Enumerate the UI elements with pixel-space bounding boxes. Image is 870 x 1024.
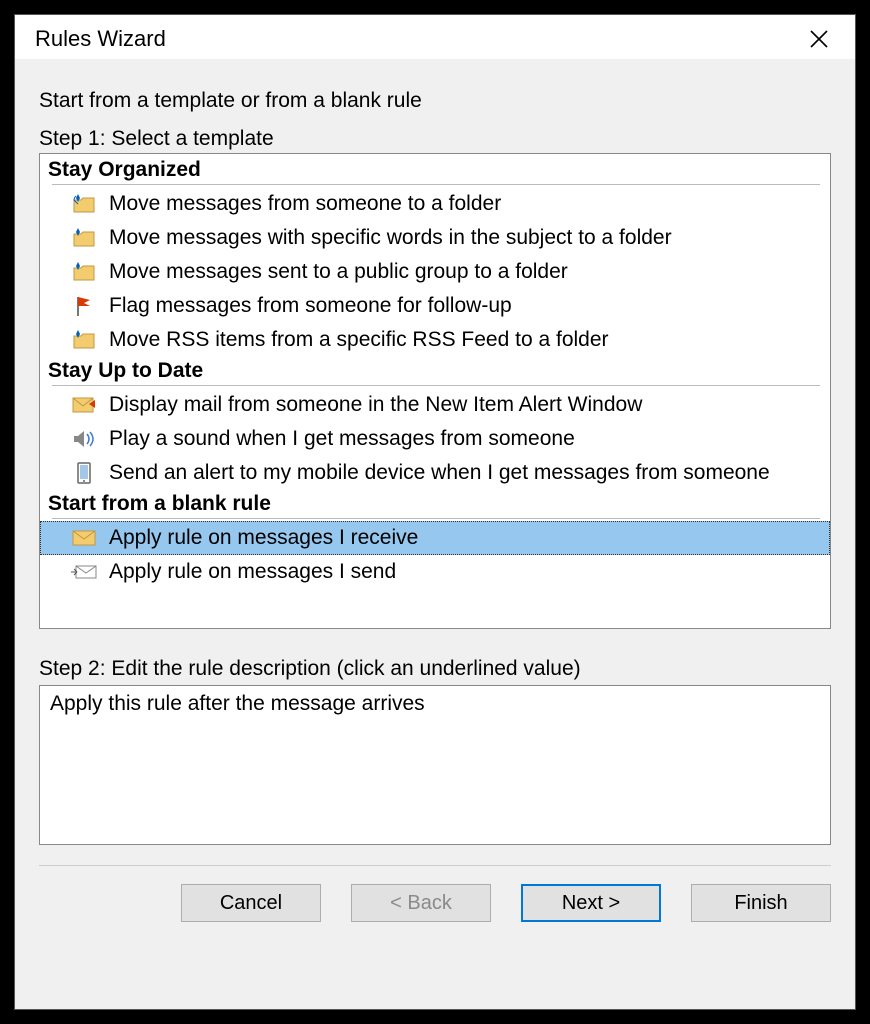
divider [52,518,820,519]
template-mobile-alert[interactable]: Send an alert to my mobile device when I… [40,456,830,490]
folder-move-icon [71,226,97,250]
template-label: Send an alert to my mobile device when I… [109,458,770,488]
folder-move-icon [71,192,97,216]
next-button[interactable]: Next > [521,884,661,922]
divider [52,184,820,185]
section-title-stay-organized: Stay Organized [40,156,830,182]
template-label: Display mail from someone in the New Ite… [109,390,642,420]
template-move-public-group[interactable]: Move messages sent to a public group to … [40,255,830,289]
mobile-icon [71,461,97,485]
template-label: Move messages sent to a public group to … [109,257,568,287]
section-title-stay-up-to-date: Stay Up to Date [40,357,830,383]
button-row: Cancel < Back Next > Finish [39,884,831,932]
template-label: Play a sound when I get messages from so… [109,424,575,454]
section-title-blank-rule: Start from a blank rule [40,490,830,516]
rules-wizard-dialog: Rules Wizard Start from a template or fr… [14,14,856,1010]
template-label: Move messages with specific words in the… [109,223,672,253]
close-button[interactable] [799,25,839,53]
template-label: Move messages from someone to a folder [109,189,501,219]
back-button[interactable]: < Back [351,884,491,922]
template-label: Apply rule on messages I send [109,557,396,587]
envelope-in-icon [71,526,97,550]
rule-description-box[interactable]: Apply this rule after the message arrive… [39,685,831,845]
sound-icon [71,427,97,451]
template-flag-followup[interactable]: Flag messages from someone for follow-up [40,289,830,323]
dialog-content: Start from a template or from a blank ru… [15,59,855,1009]
template-listbox: Stay Organized Move messages from someon… [39,153,831,629]
template-apply-receive[interactable]: Apply rule on messages I receive [40,521,830,555]
heading: Start from a template or from a blank ru… [39,89,831,113]
template-label: Apply rule on messages I receive [109,523,418,553]
template-apply-send[interactable]: Apply rule on messages I send [40,555,830,589]
window-title: Rules Wizard [35,26,166,52]
step2-label: Step 2: Edit the rule description (click… [39,657,831,681]
template-move-from-someone[interactable]: Move messages from someone to a folder [40,187,830,221]
template-move-words-subject[interactable]: Move messages with specific words in the… [40,221,830,255]
template-label: Move RSS items from a specific RSS Feed … [109,325,609,355]
mail-alert-icon [71,393,97,417]
template-display-new-alert[interactable]: Display mail from someone in the New Ite… [40,388,830,422]
folder-move-icon [71,328,97,352]
divider [52,385,820,386]
step1-label: Step 1: Select a template [39,127,831,151]
template-label: Flag messages from someone for follow-up [109,291,512,321]
footer-divider [39,865,831,866]
finish-button[interactable]: Finish [691,884,831,922]
rule-description-text: Apply this rule after the message arrive… [50,692,425,715]
template-play-sound[interactable]: Play a sound when I get messages from so… [40,422,830,456]
cancel-button[interactable]: Cancel [181,884,321,922]
folder-move-icon [71,260,97,284]
template-move-rss[interactable]: Move RSS items from a specific RSS Feed … [40,323,830,357]
envelope-out-icon [71,560,97,584]
flag-icon [71,294,97,318]
titlebar: Rules Wizard [15,15,855,59]
